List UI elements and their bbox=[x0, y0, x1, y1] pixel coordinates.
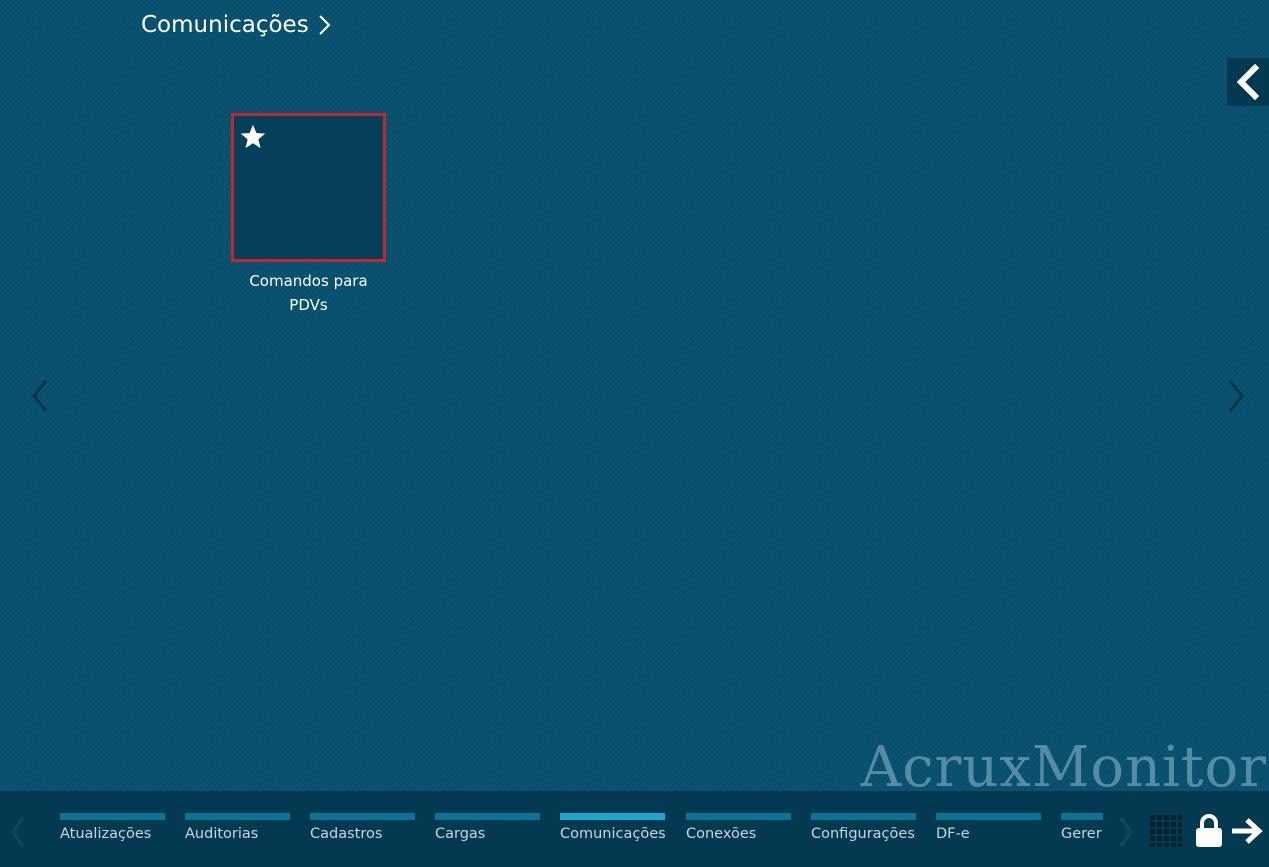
arrow-right-icon[interactable] bbox=[1230, 817, 1264, 845]
tab-label: Comunicações bbox=[560, 826, 666, 842]
tab-bar bbox=[686, 813, 791, 820]
star-icon bbox=[240, 124, 266, 149]
tab-bar bbox=[310, 813, 415, 820]
tab-df-e[interactable]: DF-e bbox=[936, 813, 1041, 842]
tab-label: Gerer bbox=[1061, 826, 1102, 842]
tab-configuracoes[interactable]: Configurações bbox=[811, 813, 916, 842]
tab-cadastros[interactable]: Cadastros bbox=[310, 813, 415, 842]
tab-bar bbox=[185, 813, 290, 820]
tile-comandos-para-pdvs[interactable]: Comandos para PDVs bbox=[231, 113, 386, 317]
tab-bar bbox=[435, 813, 540, 820]
tab-cargas[interactable]: Cargas bbox=[435, 813, 540, 842]
tab-comunicacoes[interactable]: Comunicações bbox=[560, 813, 666, 842]
taskbar-tabs: Atualizações Auditorias Cadastros Cargas… bbox=[60, 813, 1103, 853]
tab-label: Cargas bbox=[435, 826, 486, 842]
taskbar-next-arrow[interactable] bbox=[1116, 815, 1136, 849]
tab-bar bbox=[936, 813, 1041, 820]
page-prev-arrow[interactable] bbox=[29, 378, 51, 414]
tab-auditorias[interactable]: Auditorias bbox=[185, 813, 290, 842]
tab-label: Configurações bbox=[811, 826, 915, 842]
tab-label: Conexões bbox=[686, 826, 757, 842]
collapse-panel-button[interactable] bbox=[1227, 58, 1269, 106]
taskbar-prev-arrow[interactable] bbox=[8, 815, 28, 849]
page-title: Comunicações bbox=[141, 12, 309, 38]
tab-label: Atualizações bbox=[60, 826, 152, 842]
tab-bar bbox=[1061, 813, 1103, 820]
tab-atualizacoes[interactable]: Atualizações bbox=[60, 813, 165, 842]
chevron-right-icon[interactable] bbox=[315, 12, 335, 38]
tab-bar bbox=[60, 813, 165, 820]
taskbar: Atualizações Auditorias Cadastros Cargas… bbox=[0, 791, 1269, 867]
tab-conexoes[interactable]: Conexões bbox=[686, 813, 791, 842]
tab-label: DF-e bbox=[936, 826, 970, 842]
tab-bar bbox=[560, 813, 665, 820]
tab-bar bbox=[811, 813, 916, 820]
grid-icon[interactable] bbox=[1150, 815, 1182, 847]
page-next-arrow[interactable] bbox=[1225, 378, 1247, 414]
tile-label: Comandos para PDVs bbox=[249, 272, 368, 314]
tab-label: Cadastros bbox=[310, 826, 383, 842]
tile-box[interactable] bbox=[231, 113, 386, 262]
tab-gerenciamento[interactable]: Gerer bbox=[1061, 813, 1103, 842]
tab-label: Auditorias bbox=[185, 826, 259, 842]
chevron-left-icon bbox=[1236, 64, 1260, 100]
lock-icon[interactable] bbox=[1194, 813, 1224, 849]
breadcrumb: Comunicações bbox=[141, 12, 335, 38]
